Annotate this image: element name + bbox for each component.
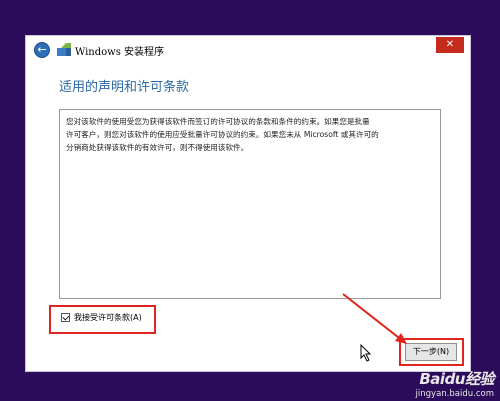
baidu-watermark: Baidu经验 jingyan.baidu.com	[415, 368, 495, 399]
annotation-arrow-icon	[342, 293, 407, 344]
watermark-url: jingyan.baidu.com	[415, 389, 494, 399]
watermark-logo: Baidu经验	[419, 370, 494, 388]
mouse-cursor-icon	[360, 344, 372, 362]
